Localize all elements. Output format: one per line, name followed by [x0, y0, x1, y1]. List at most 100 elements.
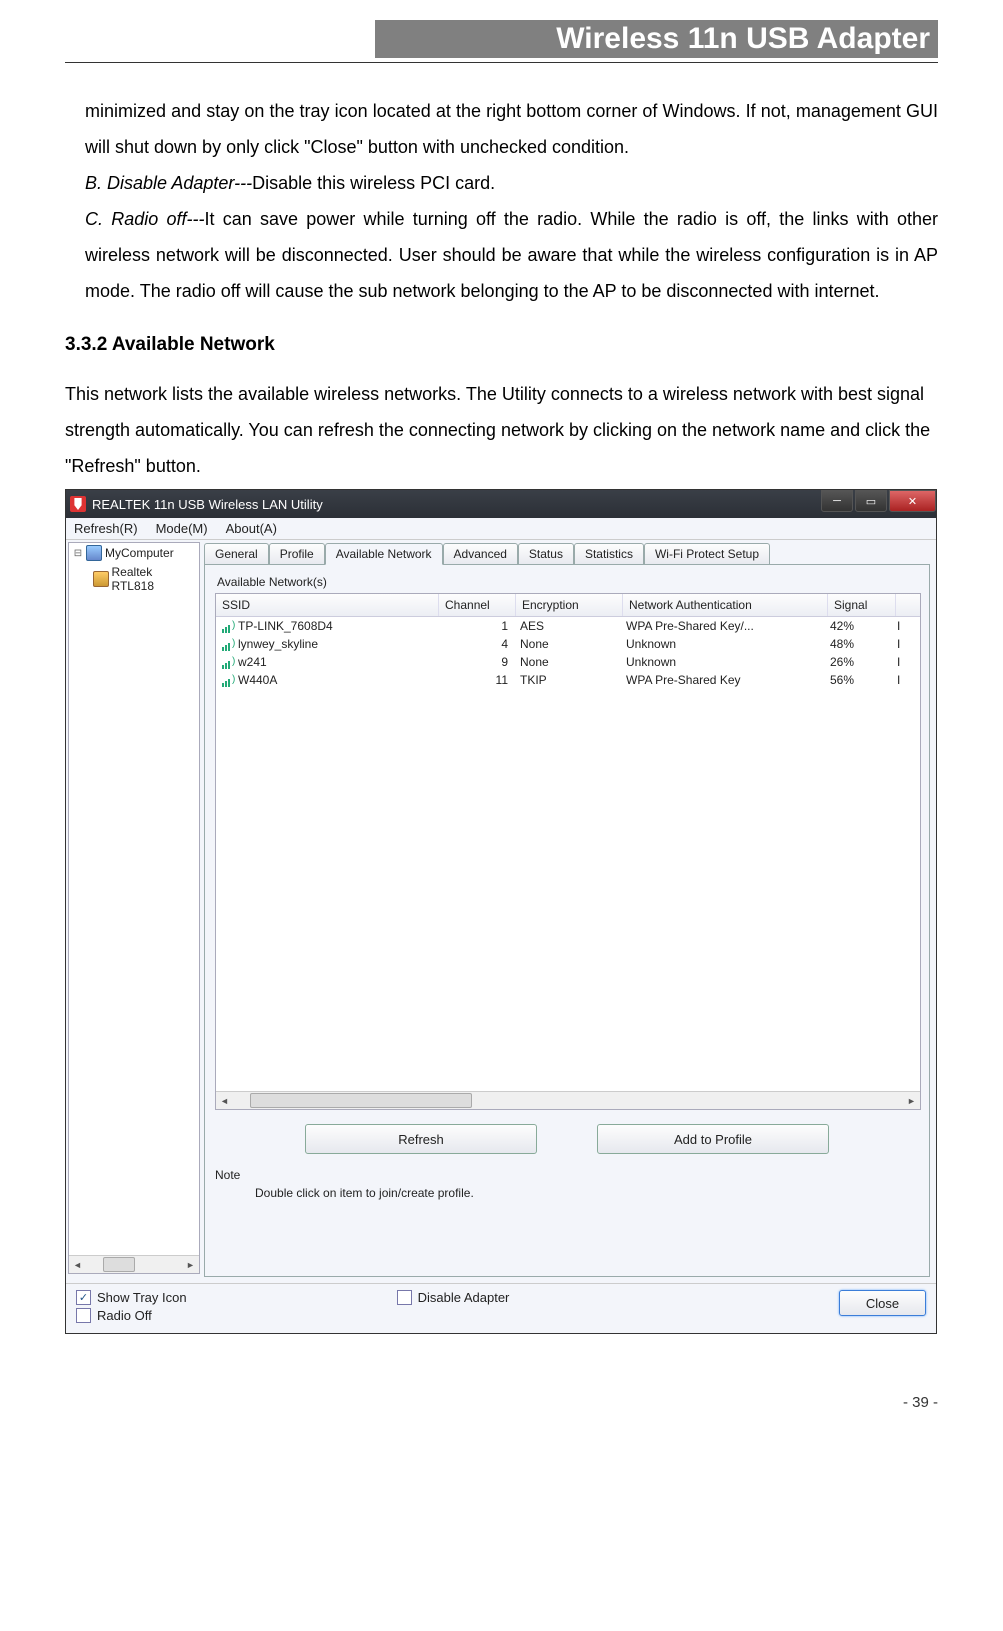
encryption: AES: [514, 618, 620, 634]
scroll-right-icon[interactable]: ►: [182, 1260, 199, 1270]
auth: Unknown: [620, 636, 824, 652]
network-table: SSID Channel Encryption Network Authenti…: [215, 593, 921, 1110]
channel: 9: [438, 654, 514, 670]
window-title: REALTEK 11n USB Wireless LAN Utility: [92, 497, 323, 512]
tab-strip: General Profile Available Network Advanc…: [204, 542, 930, 564]
channel: 1: [438, 618, 514, 634]
refresh-button[interactable]: Refresh: [305, 1124, 537, 1154]
signal: 42%: [824, 618, 891, 634]
computer-icon: [86, 545, 102, 561]
section-intro: This network lists the available wireles…: [65, 376, 938, 484]
signal: 48%: [824, 636, 891, 652]
encryption: None: [514, 654, 620, 670]
paragraph-c-body: It can save power while turning off the …: [85, 209, 938, 301]
tab-available-network[interactable]: Available Network: [325, 543, 443, 565]
maximize-button[interactable]: ▭: [855, 490, 887, 512]
wifi-icon: ): [222, 657, 236, 669]
tree-root[interactable]: ⊟ MyComputer: [69, 543, 199, 563]
extra: I: [891, 618, 918, 634]
tab-general[interactable]: General: [204, 543, 269, 565]
wifi-icon: ): [222, 621, 236, 633]
tab-statistics[interactable]: Statistics: [574, 543, 644, 565]
signal: 56%: [824, 672, 891, 688]
extra: I: [891, 672, 918, 688]
radio-off-label: Radio Off: [97, 1308, 152, 1323]
ssid: W440A: [238, 673, 277, 687]
tab-wps[interactable]: Wi-Fi Protect Setup: [644, 543, 770, 565]
show-tray-label: Show Tray Icon: [97, 1290, 187, 1305]
bottom-bar: Show Tray Icon Radio Off Disable Adapter…: [66, 1283, 936, 1333]
paragraph-a: minimized and stay on the tray icon loca…: [65, 93, 938, 165]
tree-collapse-icon[interactable]: ⊟: [73, 548, 83, 559]
sidebar-scrollbar[interactable]: ◄ ►: [69, 1255, 199, 1273]
paragraph-c: C. Radio off---It can save power while t…: [65, 201, 938, 309]
menu-about[interactable]: About(A): [226, 521, 277, 536]
scroll-left-icon[interactable]: ◄: [69, 1260, 86, 1270]
auth: WPA Pre-Shared Key/...: [620, 618, 824, 634]
auth: WPA Pre-Shared Key: [620, 672, 824, 688]
table-header: SSID Channel Encryption Network Authenti…: [216, 594, 920, 617]
disable-adapter-label: Disable Adapter: [418, 1290, 510, 1305]
col-auth[interactable]: Network Authentication: [623, 594, 828, 616]
col-channel[interactable]: Channel: [439, 594, 516, 616]
close-button[interactable]: Close: [839, 1290, 926, 1316]
app-icon: [70, 496, 86, 512]
table-row[interactable]: )w241 9 None Unknown 26% I: [216, 653, 920, 671]
scroll-left-icon[interactable]: ◄: [216, 1096, 233, 1106]
tab-profile[interactable]: Profile: [269, 543, 325, 565]
header-rule: [65, 62, 938, 63]
adapter-icon: [93, 571, 109, 587]
scroll-thumb[interactable]: [103, 1257, 135, 1272]
ssid: lynwey_skyline: [238, 637, 318, 651]
extra: I: [891, 636, 918, 652]
tab-advanced[interactable]: Advanced: [443, 543, 518, 565]
page-header-title: Wireless 11n USB Adapter: [375, 20, 938, 58]
note-label: Note: [215, 1168, 919, 1182]
tab-status[interactable]: Status: [518, 543, 574, 565]
wifi-icon: ): [222, 639, 236, 651]
app-window: REALTEK 11n USB Wireless LAN Utility ─ ▭…: [65, 489, 937, 1334]
ssid: TP-LINK_7608D4: [238, 619, 333, 633]
table-row[interactable]: )lynwey_skyline 4 None Unknown 48% I: [216, 635, 920, 653]
table-scrollbar[interactable]: ◄ ►: [216, 1091, 920, 1109]
available-networks-label: Available Network(s): [217, 575, 919, 589]
titlebar[interactable]: REALTEK 11n USB Wireless LAN Utility ─ ▭…: [66, 490, 936, 518]
ssid: w241: [238, 655, 267, 669]
col-encryption[interactable]: Encryption: [516, 594, 623, 616]
col-ssid[interactable]: SSID: [216, 594, 439, 616]
col-signal[interactable]: Signal: [828, 594, 896, 616]
table-body: )TP-LINK_7608D4 1 AES WPA Pre-Shared Key…: [216, 617, 920, 689]
note-text: Double click on item to join/create prof…: [255, 1186, 919, 1200]
section-heading: 3.3.2 Available Network: [65, 334, 938, 356]
menu-mode[interactable]: Mode(M): [156, 521, 208, 536]
scroll-right-icon[interactable]: ►: [903, 1096, 920, 1106]
channel: 4: [438, 636, 514, 652]
paragraph-b-head: B. Disable Adapter---: [85, 173, 252, 193]
tree-child-label: Realtek RTL818: [112, 565, 195, 593]
paragraph-b: B. Disable Adapter---Disable this wirele…: [65, 165, 938, 201]
tab-content: Available Network(s) SSID Channel Encryp…: [204, 564, 930, 1277]
paragraph-c-head: C. Radio off---: [85, 209, 204, 229]
encryption: TKIP: [514, 672, 620, 688]
device-tree: ⊟ MyComputer Realtek RTL818 ◄ ►: [68, 542, 200, 1274]
menubar: Refresh(R) Mode(M) About(A): [66, 518, 936, 540]
disable-adapter-checkbox[interactable]: [397, 1290, 412, 1305]
table-row[interactable]: )W440A 11 TKIP WPA Pre-Shared Key 56% I: [216, 671, 920, 689]
extra: I: [891, 654, 918, 670]
channel: 11: [438, 672, 514, 688]
menu-refresh[interactable]: Refresh(R): [74, 521, 138, 536]
signal: 26%: [824, 654, 891, 670]
wifi-icon: ): [222, 675, 236, 687]
tree-child[interactable]: Realtek RTL818: [69, 563, 199, 595]
table-row[interactable]: )TP-LINK_7608D4 1 AES WPA Pre-Shared Key…: [216, 617, 920, 635]
radio-off-checkbox[interactable]: [76, 1308, 91, 1323]
encryption: None: [514, 636, 620, 652]
minimize-button[interactable]: ─: [821, 490, 853, 512]
page-number: - 39 -: [65, 1394, 938, 1411]
window-close-button[interactable]: ✕: [889, 490, 936, 512]
auth: Unknown: [620, 654, 824, 670]
scroll-thumb[interactable]: [250, 1093, 472, 1108]
show-tray-checkbox[interactable]: [76, 1290, 91, 1305]
paragraph-b-body: Disable this wireless PCI card.: [252, 173, 495, 193]
add-to-profile-button[interactable]: Add to Profile: [597, 1124, 829, 1154]
